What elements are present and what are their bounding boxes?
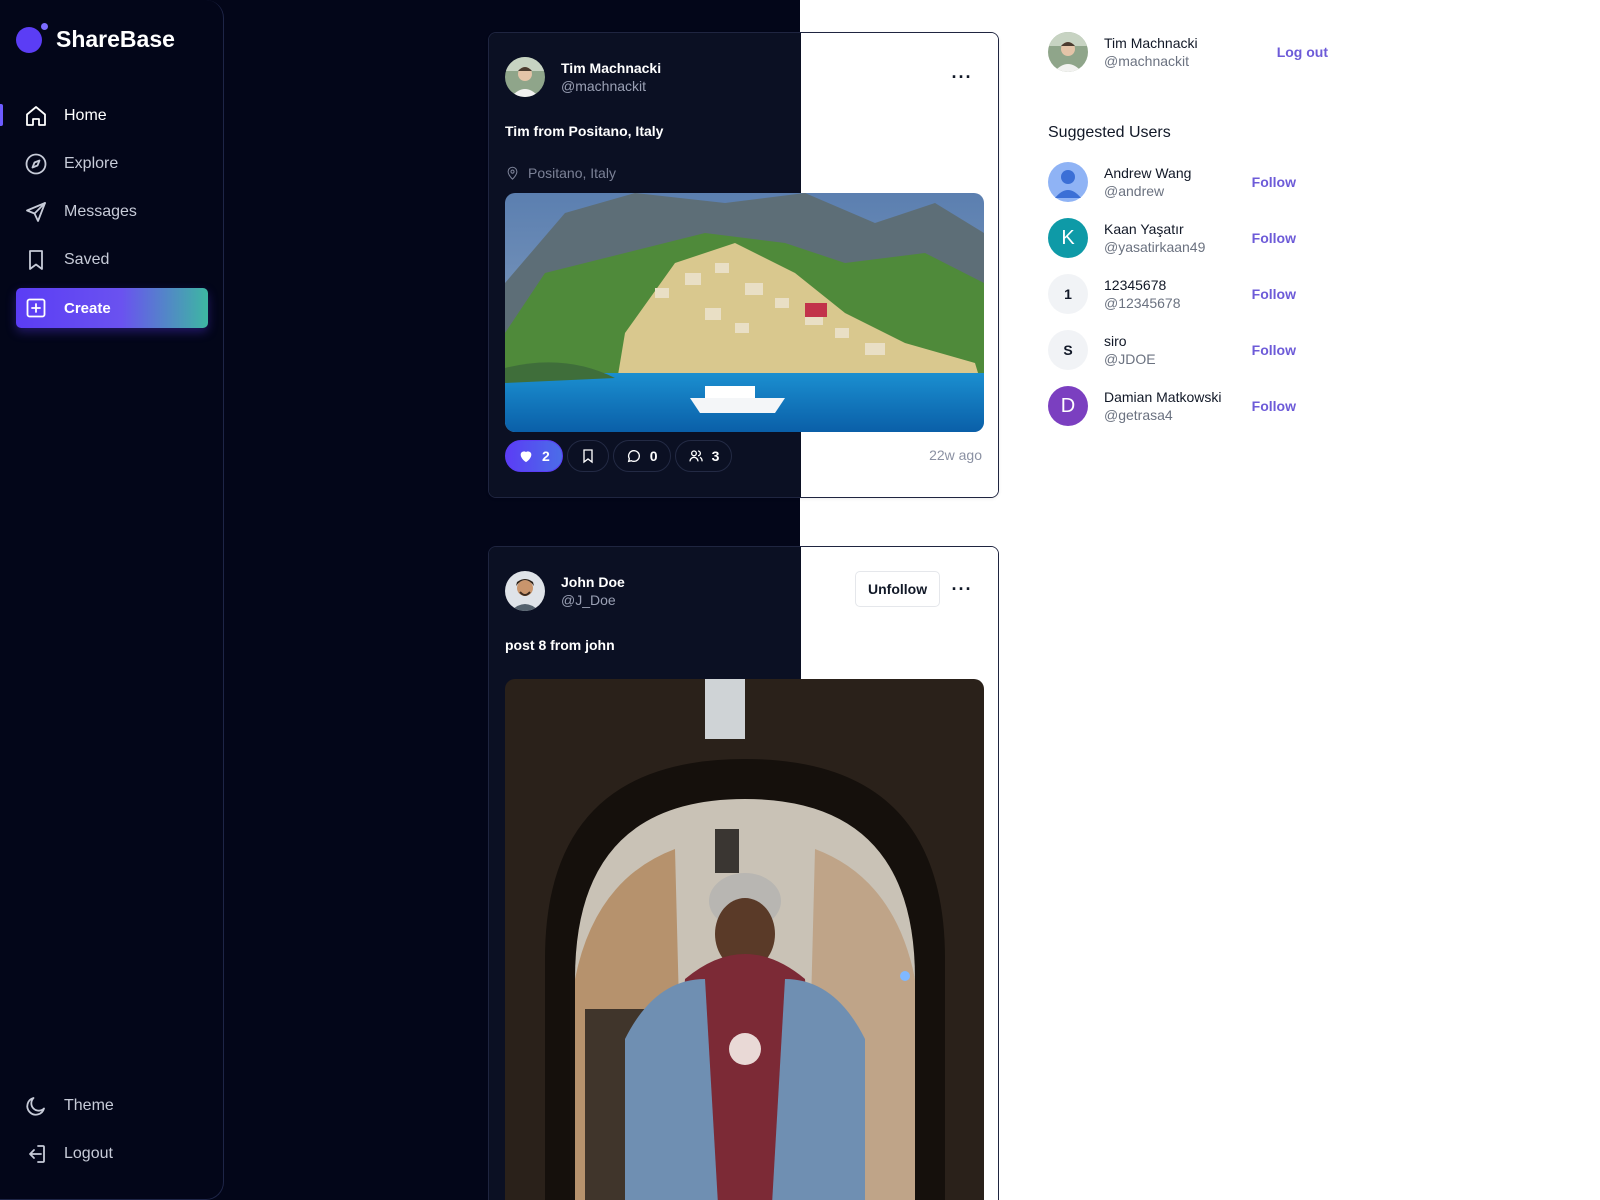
collaborators-button[interactable]: 3 [674, 440, 733, 472]
post-card: Tim Machnacki @machnackit ··· Tim from P… [488, 32, 999, 498]
moon-icon [26, 1097, 45, 1116]
location-label: Positano, Italy [528, 165, 616, 181]
create-button[interactable]: Create [16, 288, 208, 328]
suggested-user-name[interactable]: siro [1104, 333, 1252, 349]
compass-icon [25, 153, 47, 175]
heart-icon [520, 451, 532, 463]
more-options-icon[interactable]: ··· [950, 577, 974, 601]
avatar[interactable]: S [1048, 330, 1088, 370]
sidebar-item-label: Home [64, 107, 107, 124]
sidebar-item-saved[interactable]: Saved [16, 236, 208, 284]
comment-icon [627, 449, 640, 463]
post-actions: 2 0 3 [505, 440, 736, 472]
logout-label: Logout [64, 1145, 113, 1162]
save-button[interactable] [566, 440, 609, 472]
avatar[interactable] [505, 57, 545, 97]
collaborator-count: 3 [711, 448, 720, 464]
like-button[interactable]: 2 [505, 440, 563, 472]
sidebar-bottom: Theme Logout [16, 1082, 208, 1178]
logout-icon [29, 1145, 45, 1163]
comment-count: 0 [649, 448, 658, 464]
avatar[interactable] [1048, 162, 1088, 202]
users-icon [688, 450, 703, 462]
suggested-user-handle: @getrasa4 [1104, 407, 1173, 423]
more-options-icon[interactable]: ··· [950, 65, 974, 89]
follow-button[interactable]: Follow [1252, 174, 1296, 190]
suggested-user-name[interactable]: 12345678 [1104, 277, 1252, 293]
author-name[interactable]: John Doe [561, 574, 625, 590]
post-location[interactable]: Positano, Italy [505, 165, 616, 181]
bookmark-icon [583, 449, 593, 464]
sidebar-item-label: Explore [64, 155, 119, 172]
logo-mark [16, 22, 48, 53]
comment-button[interactable]: 0 [612, 440, 671, 472]
suggested-users-title: Suggested Users [1048, 124, 1171, 141]
sidebar-item-label: Messages [64, 203, 137, 220]
post-card: John Doe @J_Doe Unfollow ··· post 8 from… [488, 546, 999, 1200]
suggested-user-handle: @12345678 [1104, 295, 1181, 311]
right-panel: Tim Machnacki @machnackit Log out Sugges… [1048, 32, 1328, 426]
suggested-user-name[interactable]: Damian Matkowski [1104, 389, 1252, 405]
active-nav-indicator [0, 104, 3, 126]
unfollow-button[interactable]: Unfollow [855, 571, 941, 607]
author-handle: @J_Doe [561, 592, 616, 608]
suggested-user: S siro @JDOE Follow [1048, 330, 1328, 370]
suggested-user-name[interactable]: Kaan Yaşatır [1104, 221, 1252, 237]
sidebar-item-label: Saved [64, 251, 110, 268]
follow-button[interactable]: Follow [1252, 398, 1296, 414]
home-icon [26, 106, 46, 126]
logout-button[interactable]: Logout [16, 1130, 208, 1178]
suggested-user: K Kaan Yaşatır @yasatirkaan49 Follow [1048, 218, 1328, 258]
bookmark-icon [29, 250, 43, 270]
avatar[interactable]: D [1048, 386, 1088, 426]
suggested-users-list: Andrew Wang @andrew Follow K Kaan Yaşatı… [1048, 162, 1328, 426]
logout-link[interactable]: Log out [1277, 44, 1328, 60]
avatar[interactable]: K [1048, 218, 1088, 258]
author-handle: @machnackit [561, 78, 647, 94]
avatar[interactable] [505, 571, 545, 611]
logo[interactable]: ShareBase [16, 22, 175, 53]
sidebar-item-explore[interactable]: Explore [16, 140, 208, 188]
current-user: Tim Machnacki @machnackit Log out [1048, 32, 1328, 72]
like-count: 2 [542, 448, 550, 464]
sidebar-item-home[interactable]: Home [16, 92, 208, 140]
post-image[interactable] [505, 193, 984, 432]
main-nav: Home Explore Messages Saved Create [16, 92, 208, 328]
post-image[interactable] [505, 679, 984, 1200]
post-text: Tim from Positano, Italy [505, 123, 664, 139]
suggested-user: D Damian Matkowski @getrasa4 Follow [1048, 386, 1328, 426]
follow-button[interactable]: Follow [1252, 230, 1296, 246]
sidebar: ShareBase Home Explore Messages Saved Cr… [0, 0, 224, 1200]
suggested-user: Andrew Wang @andrew Follow [1048, 162, 1328, 202]
logo-text: ShareBase [56, 26, 175, 52]
post-timestamp: 22w ago [929, 447, 982, 463]
suggested-user-handle: @yasatirkaan49 [1104, 239, 1206, 255]
location-pin-icon [507, 166, 518, 180]
post-text: post 8 from john [505, 637, 615, 653]
suggested-user: 1 12345678 @12345678 Follow [1048, 274, 1328, 314]
theme-toggle[interactable]: Theme [16, 1082, 208, 1130]
suggested-user-handle: @andrew [1104, 183, 1165, 199]
suggested-user-name[interactable]: Andrew Wang [1104, 165, 1252, 181]
create-button-label: Create [64, 299, 111, 317]
follow-button[interactable]: Follow [1252, 286, 1296, 302]
current-user-name[interactable]: Tim Machnacki [1104, 35, 1277, 51]
user-placeholder-icon [1055, 170, 1081, 198]
follow-button[interactable]: Follow [1252, 342, 1296, 358]
avatar[interactable] [1048, 32, 1088, 72]
theme-label: Theme [64, 1097, 114, 1114]
avatar[interactable]: 1 [1048, 274, 1088, 314]
suggested-user-handle: @JDOE [1104, 351, 1156, 367]
plus-square-icon [26, 298, 46, 318]
post-author[interactable]: Tim Machnacki @machnackit [505, 57, 661, 97]
post-author[interactable]: John Doe @J_Doe [505, 571, 625, 611]
send-icon [26, 202, 46, 222]
sidebar-item-messages[interactable]: Messages [16, 188, 208, 236]
current-user-handle: @machnackit [1104, 53, 1190, 69]
author-name[interactable]: Tim Machnacki [561, 60, 661, 76]
